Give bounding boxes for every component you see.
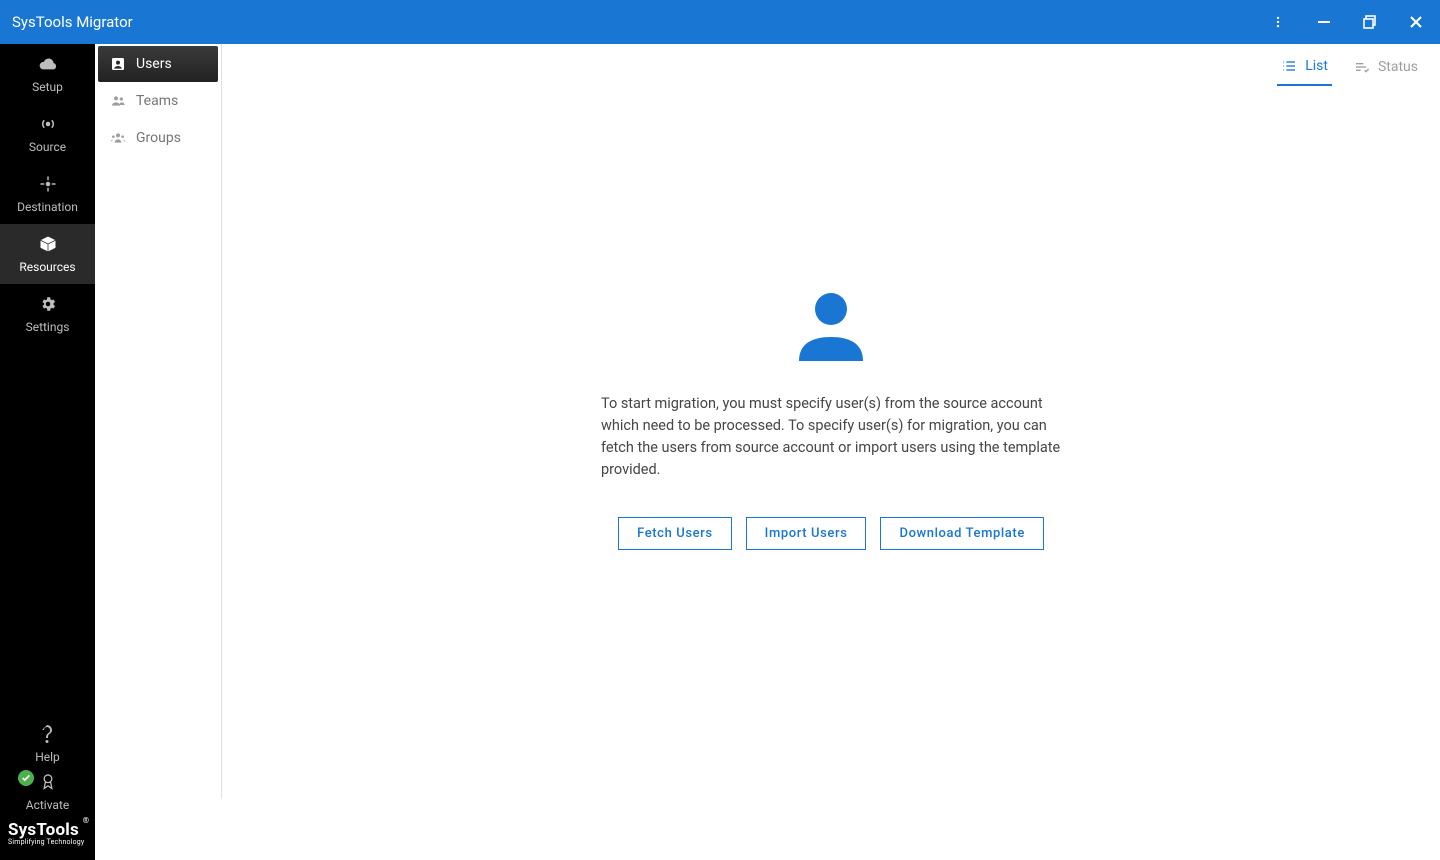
- help-icon: [38, 724, 58, 744]
- subnav-users[interactable]: Users: [98, 46, 218, 82]
- nav-label: Source: [29, 140, 66, 154]
- maximize-icon[interactable]: [1356, 8, 1384, 36]
- titlebar: SysTools Migrator: [0, 0, 1440, 44]
- nav-setup[interactable]: Setup: [0, 44, 95, 104]
- logo-sub: Simplifying Technology: [8, 838, 89, 846]
- close-icon[interactable]: [1402, 8, 1430, 36]
- tab-label: Status: [1378, 59, 1418, 75]
- nav-source[interactable]: Source: [0, 104, 95, 164]
- primary-nav: Setup Source Destination Resources: [0, 44, 95, 860]
- nav-resources[interactable]: Resources: [0, 224, 95, 284]
- nav-label: Resources: [19, 260, 75, 274]
- fetch-users-button[interactable]: Fetch Users: [618, 517, 732, 550]
- subnav-label: Teams: [136, 93, 178, 109]
- logo-reg: ®: [83, 816, 89, 825]
- brand-logo: SysTools Simplifying Technology ®: [0, 816, 95, 854]
- subnav-label: Groups: [136, 130, 181, 146]
- nav-label: Destination: [17, 200, 78, 214]
- nav-label: Help: [35, 750, 60, 764]
- empty-instruction-text: To start migration, you must specify use…: [601, 393, 1061, 481]
- view-tabs: List Status: [1277, 52, 1422, 86]
- account-box-icon: [110, 56, 126, 72]
- teams-icon: [110, 93, 126, 109]
- nav-label: Activate: [26, 798, 70, 812]
- tab-list[interactable]: List: [1277, 52, 1332, 86]
- tab-label: List: [1305, 58, 1328, 74]
- box-icon: [38, 234, 58, 254]
- minimize-icon[interactable]: [1310, 8, 1338, 36]
- nav-label: Setup: [32, 80, 63, 94]
- nav-settings[interactable]: Settings: [0, 284, 95, 344]
- gear-icon: [38, 294, 58, 314]
- target-icon: [38, 174, 58, 194]
- groups-icon: [110, 130, 126, 146]
- nav-label: Settings: [26, 320, 70, 334]
- subnav-label: Users: [136, 56, 172, 72]
- broadcast-icon: [38, 114, 58, 134]
- check-badge-icon: [18, 770, 34, 786]
- empty-actions: Fetch Users Import Users Download Templa…: [618, 517, 1044, 550]
- logo-main: SysTools: [8, 820, 89, 840]
- tab-status[interactable]: Status: [1350, 53, 1422, 85]
- subnav-groups[interactable]: Groups: [98, 120, 218, 156]
- main-content: List Status To start migration, you must…: [222, 44, 1440, 860]
- nav-destination[interactable]: Destination: [0, 164, 95, 224]
- list-icon: [1281, 58, 1297, 74]
- window-controls: [1264, 8, 1430, 36]
- app-title: SysTools Migrator: [12, 13, 133, 31]
- download-template-button[interactable]: Download Template: [880, 517, 1043, 550]
- subnav-teams[interactable]: Teams: [98, 83, 218, 119]
- status-icon: [1354, 59, 1370, 75]
- ribbon-icon: [38, 772, 58, 792]
- import-users-button[interactable]: Import Users: [746, 517, 867, 550]
- nav-activate[interactable]: Activate: [0, 768, 95, 816]
- cloud-icon: [38, 54, 58, 74]
- nav-help[interactable]: Help: [0, 720, 95, 768]
- more-icon[interactable]: [1264, 8, 1292, 36]
- secondary-nav: Users Teams Groups: [95, 44, 222, 799]
- empty-state: To start migration, you must specify use…: [601, 289, 1061, 550]
- user-large-icon: [795, 289, 867, 365]
